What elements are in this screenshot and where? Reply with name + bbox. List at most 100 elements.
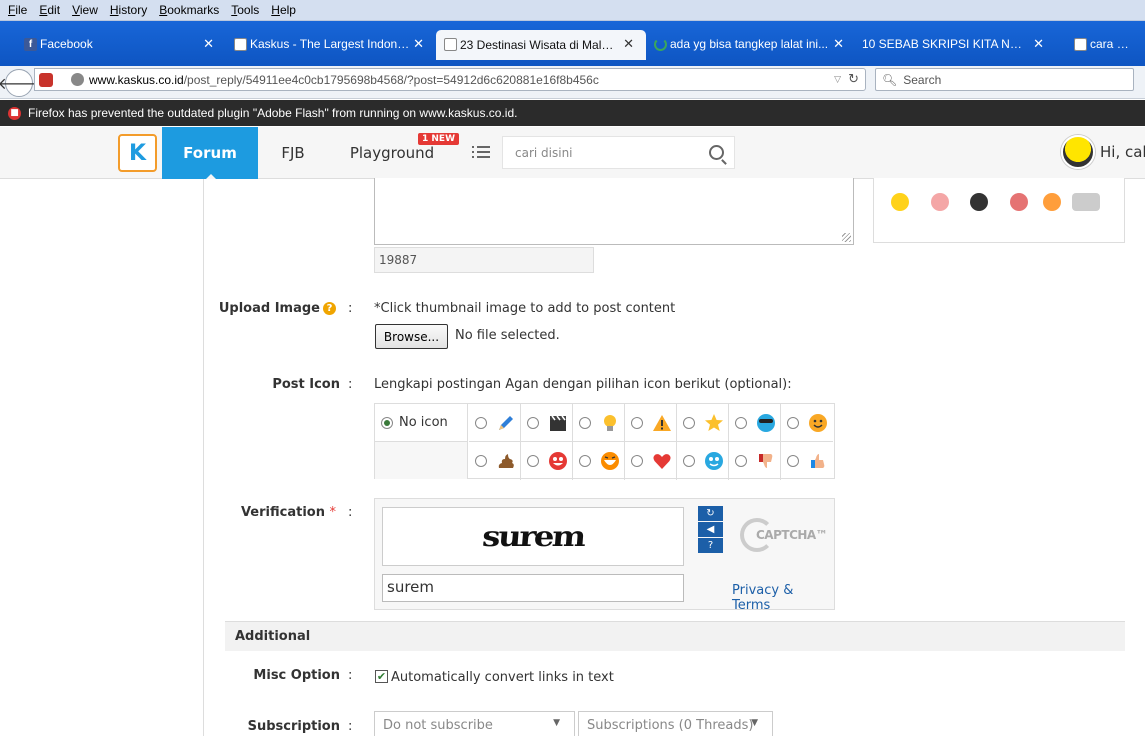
tab-skripsi[interactable]: 10 SEBAB SKRIPSI KITA NGGAK C... ✕ bbox=[846, 30, 1056, 58]
emoticon-bomb-icon[interactable] bbox=[970, 193, 988, 211]
emoticon-pig-icon[interactable] bbox=[931, 193, 949, 211]
post-icon-option[interactable] bbox=[521, 442, 573, 480]
post-icon-option[interactable] bbox=[469, 442, 521, 480]
kaskus-icon bbox=[1074, 38, 1087, 51]
required-mark: * bbox=[329, 505, 337, 520]
captcha-input[interactable]: surem bbox=[382, 574, 684, 602]
menu-edit[interactable]: Edit bbox=[33, 3, 66, 17]
post-icon-option[interactable] bbox=[573, 404, 625, 442]
post-icon-radio[interactable] bbox=[631, 417, 643, 429]
plugin-blocked-icon[interactable] bbox=[39, 73, 53, 87]
post-icon-option[interactable] bbox=[677, 404, 729, 442]
dropdown-arrow-icon[interactable]: ▽ bbox=[834, 75, 841, 85]
post-icon-radio[interactable] bbox=[579, 455, 591, 467]
audio-captcha-button[interactable]: ◀ bbox=[698, 522, 723, 537]
emoticon-angry-icon[interactable] bbox=[1010, 193, 1028, 211]
menu-file[interactable]: File bbox=[2, 3, 33, 17]
url-domain: www.kaskus.co.id bbox=[89, 72, 184, 87]
post-icon-option[interactable] bbox=[729, 442, 781, 480]
close-icon[interactable]: ✕ bbox=[1033, 36, 1044, 52]
post-icon-option[interactable] bbox=[469, 404, 521, 442]
captcha-help-button[interactable]: ? bbox=[698, 538, 723, 553]
emoticon-dizzy-icon[interactable] bbox=[1043, 193, 1061, 211]
no-icon-option[interactable]: No icon bbox=[375, 404, 468, 442]
post-icon-radio[interactable] bbox=[527, 417, 539, 429]
no-icon-radio[interactable] bbox=[381, 416, 393, 429]
post-icon-radio[interactable] bbox=[735, 455, 747, 467]
post-icon-label: Post Icon bbox=[272, 377, 340, 392]
resize-grip-icon[interactable] bbox=[842, 233, 851, 242]
list-menu-icon[interactable] bbox=[472, 143, 490, 161]
privacy-terms-link[interactable]: Privacy & Terms bbox=[732, 583, 834, 613]
reload-icon[interactable]: ↻ bbox=[848, 72, 859, 87]
user-greeting[interactable]: Hi, call bbox=[1100, 143, 1145, 161]
convert-links-label[interactable]: Automatically convert links in text bbox=[391, 670, 614, 685]
site-search-input[interactable]: cari disini bbox=[502, 136, 735, 169]
post-icon-radio[interactable] bbox=[631, 455, 643, 467]
menu-history[interactable]: History bbox=[104, 3, 153, 17]
tab-lalat[interactable]: ada yg bisa tangkep lalat ini... ✕ bbox=[646, 30, 856, 58]
post-icon-radio[interactable] bbox=[735, 417, 747, 429]
label-colon: : bbox=[348, 377, 353, 392]
back-button[interactable]: 🡐 bbox=[0, 69, 40, 97]
menu-view[interactable]: View bbox=[66, 3, 104, 17]
reply-form: 19887 Upload Image? : *Click thumbnail i… bbox=[203, 178, 1145, 736]
tab-facebook[interactable]: f Facebook ✕ bbox=[16, 30, 226, 58]
menu-tools[interactable]: Tools bbox=[225, 3, 265, 17]
tab-destinasi-wisata[interactable]: 23 Destinasi Wisata di Malang... ✕ bbox=[436, 30, 646, 60]
post-icon-radio[interactable] bbox=[787, 417, 799, 429]
nav-forum[interactable]: Forum bbox=[162, 127, 258, 179]
convert-links-checkbox[interactable]: ✔ bbox=[375, 670, 388, 683]
message-textarea[interactable] bbox=[374, 178, 854, 245]
search-placeholder: Search bbox=[903, 72, 942, 87]
browse-button[interactable]: Browse... bbox=[375, 324, 448, 349]
post-icon-option[interactable] bbox=[625, 442, 677, 480]
post-icon-radio[interactable] bbox=[787, 455, 799, 467]
kaskus-logo[interactable]: K bbox=[118, 134, 157, 172]
post-icon-option[interactable] bbox=[781, 442, 833, 480]
tab-title: 10 SEBAB SKRIPSI KITA NGGAK C... bbox=[862, 37, 1022, 51]
empty-cell bbox=[375, 442, 468, 479]
post-icon-option[interactable] bbox=[781, 404, 833, 442]
post-icon-radio[interactable] bbox=[683, 417, 695, 429]
site-header: K Forum FJB Playground 1 NEW cari disini… bbox=[0, 127, 1145, 179]
search-icon[interactable] bbox=[709, 145, 724, 160]
emoticon-yellow-icon[interactable] bbox=[891, 193, 909, 211]
emoticon-ghost-icon[interactable] bbox=[1072, 193, 1100, 211]
avatar[interactable] bbox=[1061, 135, 1095, 169]
subscribe-select[interactable]: Do not subscribe ▼ bbox=[374, 711, 575, 736]
post-icon-radio[interactable] bbox=[683, 455, 695, 467]
refresh-captcha-button[interactable]: ↻ bbox=[698, 506, 723, 521]
no-icon-label: No icon bbox=[399, 415, 448, 430]
site-identity-icon[interactable] bbox=[71, 73, 84, 86]
tab-title: ada yg bisa tangkep lalat ini... bbox=[670, 37, 829, 51]
nav-fjb[interactable]: FJB bbox=[270, 127, 316, 179]
close-icon[interactable]: ✕ bbox=[413, 36, 424, 52]
close-icon[interactable]: ✕ bbox=[833, 36, 844, 52]
post-icon-radio[interactable] bbox=[475, 455, 487, 467]
post-icon-radio[interactable] bbox=[527, 455, 539, 467]
post-icon-option[interactable] bbox=[729, 404, 781, 442]
post-icon-radio[interactable] bbox=[475, 417, 487, 429]
subscriptions-select[interactable]: Subscriptions (0 Threads) ▼ bbox=[578, 711, 773, 736]
help-icon[interactable]: ? bbox=[323, 302, 336, 315]
menu-bookmarks[interactable]: Bookmarks bbox=[153, 3, 225, 17]
post-icon-option[interactable] bbox=[573, 442, 625, 480]
speaker-icon: ◀ bbox=[706, 524, 715, 535]
close-icon[interactable]: ✕ bbox=[203, 36, 214, 52]
additional-section-header: Additional bbox=[225, 621, 1125, 651]
tab-kaskus-home[interactable]: Kaskus - The Largest Indones... ✕ bbox=[226, 30, 436, 58]
menu-help[interactable]: Help bbox=[265, 3, 302, 17]
url-bar[interactable]: www.kaskus.co.id/post_reply/54911ee4c0cb… bbox=[34, 68, 866, 91]
tab-cara-memb[interactable]: cara memb bbox=[1066, 30, 1145, 58]
post-icon-radio[interactable] bbox=[579, 417, 591, 429]
laugh-face-icon bbox=[601, 452, 619, 470]
close-icon[interactable]: ✕ bbox=[623, 36, 634, 52]
blue-face-icon bbox=[705, 452, 723, 470]
post-icon-option[interactable] bbox=[625, 404, 677, 442]
post-icon-option[interactable] bbox=[677, 442, 729, 480]
tab-title: Kaskus - The Largest Indones... bbox=[250, 37, 410, 51]
post-icon-option[interactable] bbox=[521, 404, 573, 442]
plugin-notice-text: Firefox has prevented the outdated plugi… bbox=[28, 106, 518, 120]
browser-search-input[interactable]: 🔍︎ Search bbox=[875, 68, 1134, 91]
